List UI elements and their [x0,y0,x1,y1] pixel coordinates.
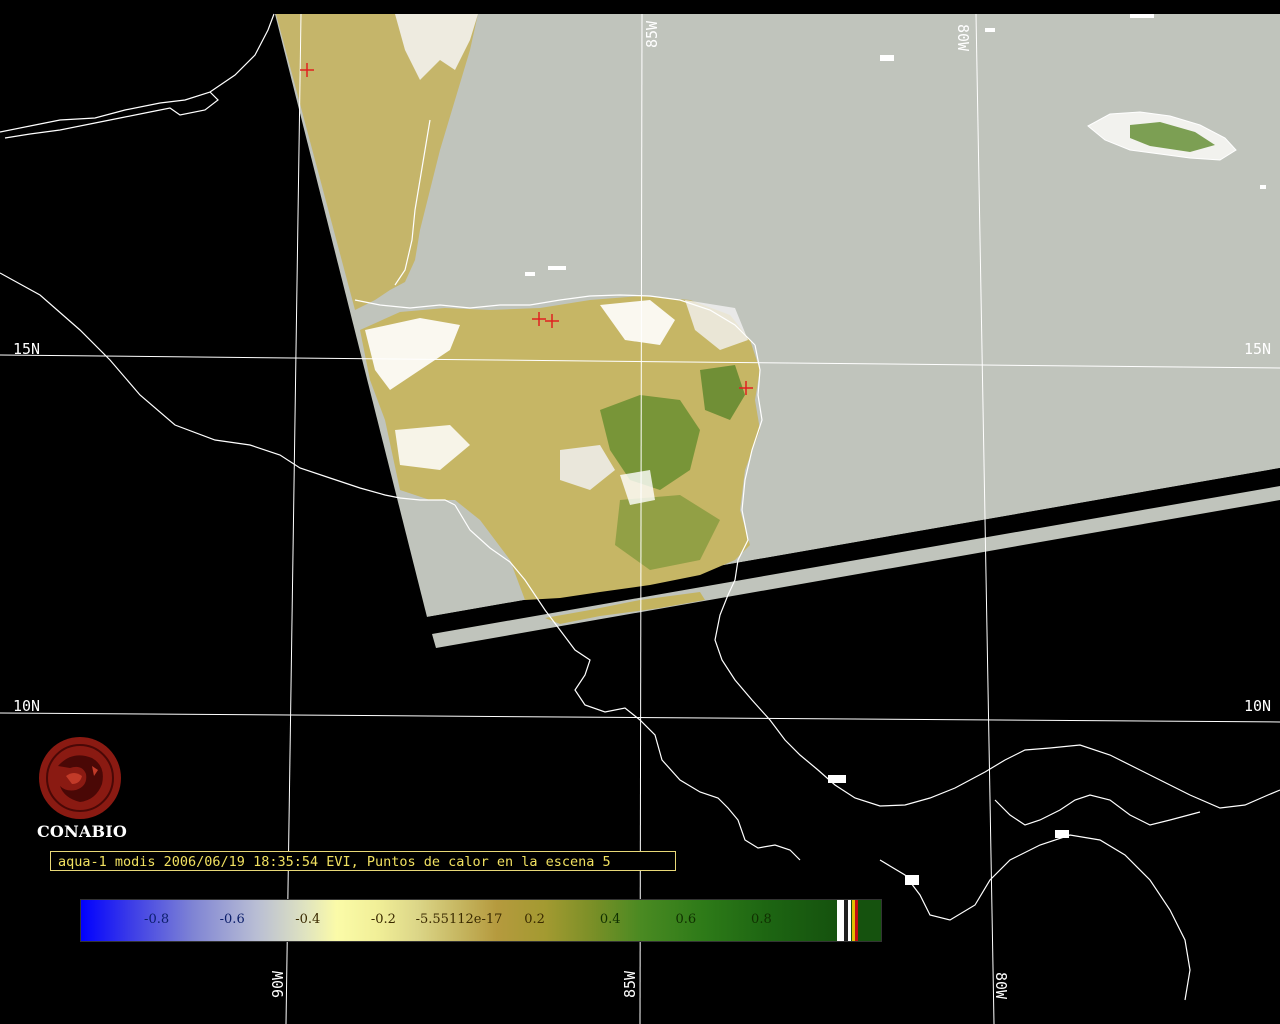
island [985,28,995,32]
colorbar-tick-label: 0.4 [599,912,621,927]
map-viewer: 15N 15N 10N 10N 85W 80W 90W 85W 80W CONA… [0,0,1280,1024]
island [880,55,894,61]
colorbar-special-class [848,900,851,941]
yucatan-west-coast [209,13,275,93]
lon-85w-label-bottom: 85W [621,970,639,998]
panama-inner-coast [994,794,1201,826]
lat-10n-label-right: 10N [1244,697,1271,715]
island [905,875,919,885]
conabio-logo [39,737,121,819]
colorbar-tick-label: -5.55112e-17 [415,912,503,927]
colorbar-tick-label: 0.2 [524,912,545,927]
top-border [0,0,1280,14]
lat-10n-label-left: 10N [13,697,40,715]
lon-90w-label-bottom: 90W [269,970,287,998]
lon-80w-label-bottom: 80W [992,972,1010,1000]
colorbar-tick-label: 0.8 [751,912,772,927]
lon-85w-label-top: 85W [643,20,661,48]
colorbar-tick-label: -0.4 [295,912,321,927]
conabio-logo-text: CONABIO [37,822,128,841]
evi-colorbar: -0.8 -0.6 -0.4 -0.2 -5.55112e-17 0.2 0.4 0.6 0.8 [80,899,882,942]
colorbar-special-class [837,900,844,941]
lon-80w-label-top: 80W [954,24,972,52]
colorbar-tick-label: -0.8 [144,912,170,927]
island [1260,185,1266,189]
pacific-coast-mexico [0,272,401,499]
colorbar-tick-label: -0.6 [219,912,245,927]
scene-caption: aqua-1 modis 2006/06/19 18:35:54 EVI, Pu… [50,851,676,871]
island [828,775,846,783]
yucatan-north-coast [0,91,219,139]
colorbar-special-class [855,900,858,941]
lat-15n-label-left: 15N [13,340,40,358]
caribbean-coast-nicaragua [714,559,1280,809]
panama-pacific-coast [879,834,1191,1001]
colorbar-tick-label: -0.2 [370,912,396,927]
island [1130,14,1154,18]
lon-90w-line [285,13,302,1024]
colorbar-tick-label: 0.6 [675,912,697,927]
island [548,266,566,270]
lat-15n-label-right: 15N [1244,340,1271,358]
island [525,272,535,276]
island [1055,830,1069,838]
